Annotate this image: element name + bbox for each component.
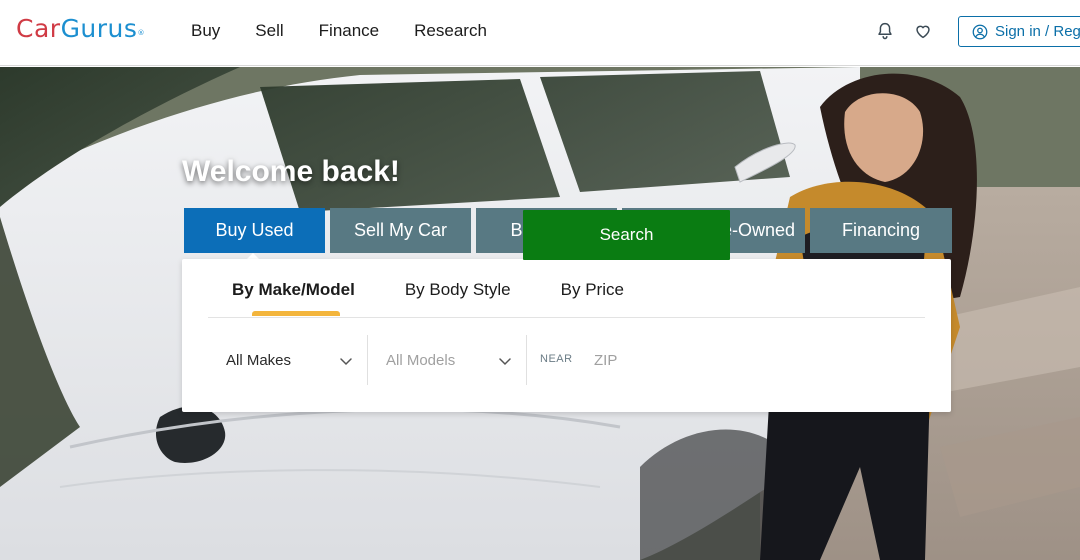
nav-buy[interactable]: Buy bbox=[191, 20, 220, 42]
tab-financing[interactable]: Financing bbox=[810, 208, 952, 253]
model-select-value: All Models bbox=[386, 351, 456, 369]
tab-sell-my-car[interactable]: Sell My Car bbox=[330, 208, 471, 253]
registered-mark: ® bbox=[137, 29, 145, 37]
nav-finance[interactable]: Finance bbox=[319, 20, 379, 42]
welcome-heading: Welcome back! bbox=[182, 155, 400, 188]
user-circle-icon bbox=[972, 24, 988, 39]
site-header: CarGurus® Buy Sell Finance Research Sign… bbox=[0, 0, 1080, 66]
near-label: NEAR bbox=[540, 353, 573, 365]
sign-in-label: Sign in / Register bbox=[995, 23, 1080, 40]
make-select-value: All Makes bbox=[226, 351, 292, 369]
hero-banner: Welcome back! Buy Used Sell My Car Buy N… bbox=[0, 67, 1080, 560]
search-panel: By Make/Model By Body Style By Price All… bbox=[182, 259, 951, 412]
bell-icon[interactable] bbox=[874, 20, 896, 42]
chevron-down-icon bbox=[340, 358, 352, 366]
nav-research[interactable]: Research bbox=[414, 20, 487, 42]
main-nav: Buy Sell Finance Research bbox=[191, 20, 487, 42]
logo-text-car: Car bbox=[16, 14, 61, 43]
search-mode-tabs: By Make/Model By Body Style By Price bbox=[232, 280, 624, 316]
field-separator bbox=[526, 335, 527, 385]
heart-icon[interactable] bbox=[912, 20, 934, 42]
search-button[interactable]: Search bbox=[523, 210, 730, 260]
subtab-divider bbox=[208, 317, 925, 318]
subtab-make-model[interactable]: By Make/Model bbox=[232, 280, 355, 316]
sign-in-button[interactable]: Sign in / Register bbox=[958, 16, 1080, 47]
subtab-price[interactable]: By Price bbox=[561, 280, 624, 300]
nav-sell[interactable]: Sell bbox=[255, 20, 283, 42]
tab-buy-used[interactable]: Buy Used bbox=[184, 208, 325, 264]
logo-text-gurus: Gurus bbox=[60, 14, 138, 43]
model-select[interactable]: All Models bbox=[386, 335, 526, 385]
chevron-down-icon bbox=[499, 358, 511, 366]
cargurus-logo[interactable]: CarGurus® bbox=[16, 14, 145, 44]
subtab-body-style[interactable]: By Body Style bbox=[405, 280, 511, 300]
zip-input[interactable] bbox=[594, 342, 694, 378]
make-select[interactable]: All Makes bbox=[226, 335, 366, 385]
field-separator bbox=[367, 335, 368, 385]
